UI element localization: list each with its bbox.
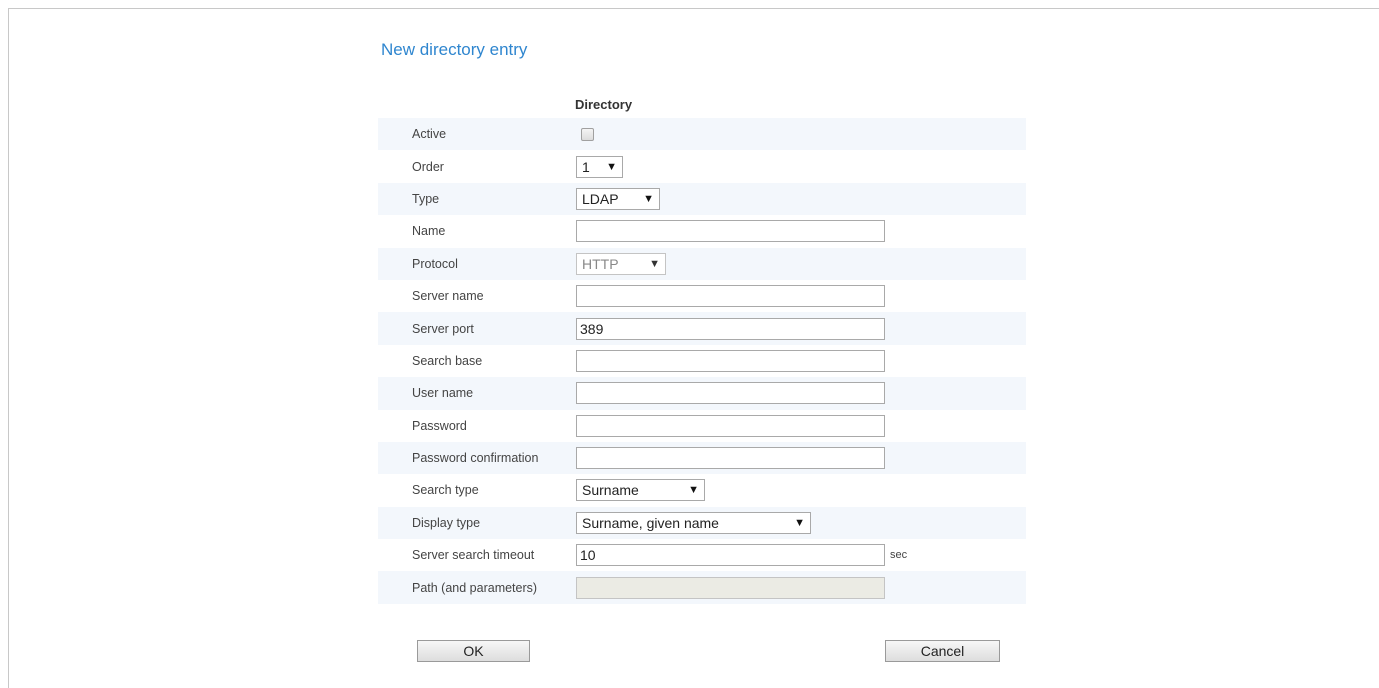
directory-form: Directory Active Order 1 ▼ Type LDAP ▼ N…	[378, 92, 1026, 604]
server-port-label: Server port	[412, 321, 474, 336]
row-server-name: Server name	[378, 280, 1026, 312]
section-header: Directory	[575, 97, 633, 112]
ok-button[interactable]: OK	[417, 640, 530, 662]
path-input[interactable]	[576, 576, 885, 599]
search-type-select[interactable]: Surname ▼	[576, 479, 705, 502]
type-value: LDAP	[582, 190, 619, 207]
protocol-select[interactable]: HTTP ▼	[576, 252, 666, 275]
row-server-search-timeout: Server search timeout sec	[378, 539, 1026, 571]
chevron-down-icon: ▼	[643, 192, 654, 205]
row-search-base: Search base	[378, 345, 1026, 377]
password-confirmation-label: Password confirmation	[412, 451, 539, 466]
server-search-timeout-input[interactable]	[576, 544, 885, 567]
row-search-type: Search type Surname ▼	[378, 474, 1026, 506]
page-title: New directory entry	[381, 40, 528, 59]
row-active: Active	[378, 118, 1026, 151]
row-type: Type LDAP ▼	[378, 182, 1026, 216]
chevron-down-icon: ▼	[688, 484, 699, 497]
timeout-unit: sec	[890, 549, 908, 562]
search-base-label: Search base	[412, 353, 483, 368]
search-type-value: Surname	[582, 482, 639, 499]
password-confirmation-input[interactable]	[576, 447, 885, 470]
search-type-label: Search type	[412, 483, 479, 498]
row-password-confirmation: Password confirmation	[378, 441, 1026, 475]
display-type-value: Surname, given name	[582, 514, 719, 531]
chevron-down-icon: ▼	[606, 160, 617, 173]
user-name-input[interactable]	[576, 382, 885, 405]
password-input[interactable]	[576, 414, 885, 437]
chevron-down-icon: ▼	[794, 516, 805, 529]
row-user-name: User name	[378, 377, 1026, 410]
active-label: Active	[412, 127, 447, 142]
order-value: 1	[582, 158, 590, 175]
search-base-input[interactable]	[576, 349, 885, 372]
row-protocol: Protocol HTTP ▼	[378, 247, 1026, 280]
active-checkbox[interactable]	[581, 127, 594, 141]
server-search-timeout-label: Server search timeout	[412, 548, 535, 563]
server-name-input[interactable]	[576, 285, 885, 308]
order-select[interactable]: 1 ▼	[576, 155, 623, 178]
server-port-input[interactable]	[576, 317, 885, 340]
chevron-down-icon: ▼	[649, 257, 660, 270]
protocol-label: Protocol	[412, 256, 458, 271]
row-display-type: Display type Surname, given name ▼	[378, 506, 1026, 540]
display-type-select[interactable]: Surname, given name ▼	[576, 511, 811, 534]
display-type-label: Display type	[412, 515, 481, 530]
row-order: Order 1 ▼	[378, 150, 1026, 182]
row-server-port: Server port	[378, 312, 1026, 345]
row-password: Password	[378, 410, 1026, 442]
row-name: Name	[378, 215, 1026, 247]
protocol-value: HTTP	[582, 255, 619, 272]
type-label: Type	[412, 191, 440, 206]
order-label: Order	[412, 159, 444, 174]
name-input[interactable]	[576, 220, 885, 243]
row-path: Path (and parameters)	[378, 571, 1026, 604]
password-label: Password	[412, 418, 467, 433]
cancel-button[interactable]: Cancel	[885, 640, 1000, 662]
name-label: Name	[412, 224, 446, 239]
server-name-label: Server name	[412, 289, 484, 304]
path-label: Path (and parameters)	[412, 580, 538, 595]
user-name-label: User name	[412, 386, 474, 401]
type-select[interactable]: LDAP ▼	[576, 187, 660, 210]
